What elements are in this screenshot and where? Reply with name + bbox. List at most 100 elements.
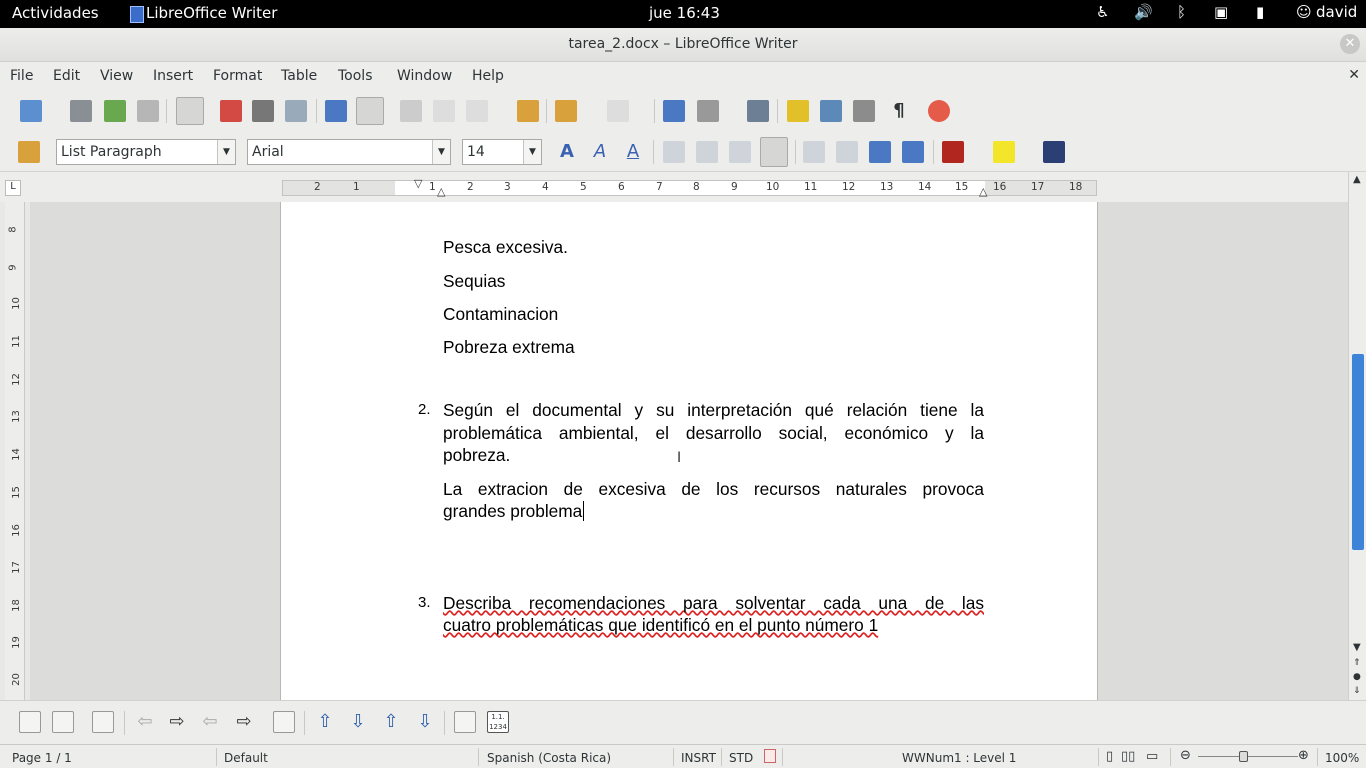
paragraph-style-combo[interactable]: List Paragraph ▼ xyxy=(56,139,236,165)
next-page-icon[interactable]: ⇓ xyxy=(1353,686,1361,696)
save-icon[interactable] xyxy=(104,100,126,122)
restart-numbering-icon[interactable] xyxy=(454,711,476,733)
align-left-icon[interactable] xyxy=(663,141,685,163)
multi-page-view-icon[interactable]: ▯▯ xyxy=(1121,749,1135,764)
promote-with-subpoints-icon[interactable]: ⇦ xyxy=(199,711,221,733)
zoom-slider[interactable] xyxy=(1198,756,1298,757)
cut-icon[interactable] xyxy=(400,100,422,122)
user-menu[interactable]: david xyxy=(1316,3,1357,21)
app-menu-button[interactable]: LibreOffice Writer xyxy=(128,0,277,28)
bullets-icon[interactable] xyxy=(836,141,858,163)
page-style[interactable]: Default xyxy=(224,751,268,765)
numbering-icon[interactable] xyxy=(803,141,825,163)
data-sources-icon[interactable] xyxy=(853,100,875,122)
insert-mode[interactable]: INSRT xyxy=(681,751,716,765)
font-name-combo[interactable]: Arial ▼ xyxy=(247,139,451,165)
menu-format[interactable]: Format xyxy=(213,68,262,84)
document-modified-icon[interactable] xyxy=(764,749,776,763)
chevron-down-icon[interactable]: ▼ xyxy=(217,140,235,164)
question-line[interactable]: Según el documental y su interpretación … xyxy=(443,399,984,422)
language[interactable]: Spanish (Costa Rica) xyxy=(487,751,611,765)
scroll-up-icon[interactable]: ▲ xyxy=(1353,174,1361,185)
activities-button[interactable]: Actividades xyxy=(12,4,99,22)
demote-one-level-icon[interactable]: ⇨ xyxy=(166,711,188,733)
zoom-out-icon[interactable]: ⊖ xyxy=(1180,748,1191,763)
window-close-button[interactable]: ✕ xyxy=(1340,34,1360,54)
list-item[interactable]: Contaminacion xyxy=(443,304,558,325)
font-size-combo[interactable]: 14 ▼ xyxy=(462,139,542,165)
zoom-level[interactable]: 100% xyxy=(1325,751,1359,765)
menu-table[interactable]: Table xyxy=(281,68,317,84)
table-icon[interactable] xyxy=(697,100,719,122)
move-down-icon[interactable]: ⇩ xyxy=(347,711,369,733)
zoom-slider-handle[interactable] xyxy=(1239,751,1248,762)
email-icon[interactable] xyxy=(137,100,159,122)
paste-icon[interactable] xyxy=(466,100,488,122)
clone-formatting-icon[interactable] xyxy=(517,100,539,122)
menu-file[interactable]: File xyxy=(10,68,33,84)
battery-icon[interactable]: ▮ xyxy=(1256,3,1264,21)
scroll-down-icon[interactable]: ▼ xyxy=(1353,642,1361,653)
help-icon[interactable] xyxy=(928,100,950,122)
numbering-off-icon[interactable] xyxy=(92,711,114,733)
left-indent-marker[interactable]: △ xyxy=(437,185,445,198)
move-up-with-subpoints-icon[interactable]: ⇧ xyxy=(380,711,402,733)
spellcheck-icon[interactable] xyxy=(325,100,347,122)
hyperlink-icon[interactable] xyxy=(663,100,685,122)
autospellcheck-icon[interactable] xyxy=(356,97,384,125)
print-preview-icon[interactable] xyxy=(285,100,307,122)
show-draw-functions-icon[interactable] xyxy=(747,100,769,122)
bluetooth-icon[interactable]: ᛒ xyxy=(1177,3,1186,21)
tab-stop-icon[interactable]: L xyxy=(5,180,21,196)
numbering-options-icon[interactable]: 1.1. 1234 xyxy=(487,711,509,733)
menu-insert[interactable]: Insert xyxy=(153,68,193,84)
demote-with-subpoints-icon[interactable]: ⇨ xyxy=(233,711,255,733)
answer-line[interactable]: La extracion de excesiva de los recursos… xyxy=(443,478,984,501)
edit-mode-icon[interactable] xyxy=(176,97,204,125)
list-item[interactable]: Pesca excesiva. xyxy=(443,237,568,258)
vertical-scrollbar[interactable]: ▲ ▼ ⇑ ● ⇓ xyxy=(1348,172,1366,700)
question-line[interactable]: problemática ambiental, el desarrollo so… xyxy=(443,422,984,445)
zoom-in-icon[interactable]: ⊕ xyxy=(1298,748,1309,763)
menu-view[interactable]: View xyxy=(100,68,133,84)
align-right-icon[interactable] xyxy=(729,141,751,163)
decrease-indent-icon[interactable] xyxy=(869,141,891,163)
move-up-icon[interactable]: ⇧ xyxy=(314,711,336,733)
volume-icon[interactable]: 🔊 xyxy=(1134,3,1153,21)
document-canvas[interactable]: Pesca excesiva. Sequias Contaminacion Po… xyxy=(30,202,1348,700)
navigator-icon[interactable] xyxy=(787,100,809,122)
justify-icon[interactable] xyxy=(760,137,788,167)
move-down-with-subpoints-icon[interactable]: ⇩ xyxy=(414,711,436,733)
formatting-marks-icon[interactable]: ¶ xyxy=(888,100,910,122)
network-icon[interactable]: ▣ xyxy=(1214,3,1228,21)
question-line[interactable]: cuatro problemáticas que identificó en e… xyxy=(443,615,878,636)
vertical-ruler[interactable]: 8 9 10 11 12 13 14 15 16 17 18 19 20 xyxy=(5,202,25,700)
document-page[interactable]: Pesca excesiva. Sequias Contaminacion Po… xyxy=(280,202,1098,700)
styles-icon[interactable] xyxy=(18,141,40,163)
previous-page-icon[interactable]: ⇑ xyxy=(1353,658,1361,668)
highlight-icon[interactable] xyxy=(993,141,1015,163)
first-line-indent-marker[interactable]: ▽ xyxy=(414,177,422,190)
menu-tools[interactable]: Tools xyxy=(338,68,373,84)
export-pdf-icon[interactable] xyxy=(220,100,242,122)
right-indent-marker[interactable]: △ xyxy=(979,185,987,198)
question-line[interactable]: Describa recomendaciones para solventar … xyxy=(443,592,984,615)
demote-icon[interactable] xyxy=(52,711,74,733)
book-view-icon[interactable]: ▭ xyxy=(1146,749,1158,764)
page-number[interactable]: Page 1 / 1 xyxy=(12,751,72,765)
clock[interactable]: jue 16:43 xyxy=(649,4,720,22)
list-item[interactable]: Pobreza extrema xyxy=(443,337,575,358)
insert-unnumbered-entry-icon[interactable] xyxy=(273,711,295,733)
new-document-icon[interactable] xyxy=(20,100,42,122)
scrollbar-thumb[interactable] xyxy=(1352,354,1364,550)
horizontal-ruler[interactable]: 2 1 1 2 3 4 5 6 7 8 9 10 11 12 13 14 15 … xyxy=(282,177,1097,198)
navigation-icon[interactable]: ● xyxy=(1353,672,1361,682)
redo-icon[interactable] xyxy=(607,100,629,122)
list-item[interactable]: Sequias xyxy=(443,271,505,292)
menu-edit[interactable]: Edit xyxy=(53,68,80,84)
background-color-icon[interactable] xyxy=(1043,141,1065,163)
bold-icon[interactable]: A xyxy=(556,141,578,163)
undo-icon[interactable] xyxy=(555,100,577,122)
italic-icon[interactable]: A xyxy=(589,141,611,163)
gallery-icon[interactable] xyxy=(820,100,842,122)
